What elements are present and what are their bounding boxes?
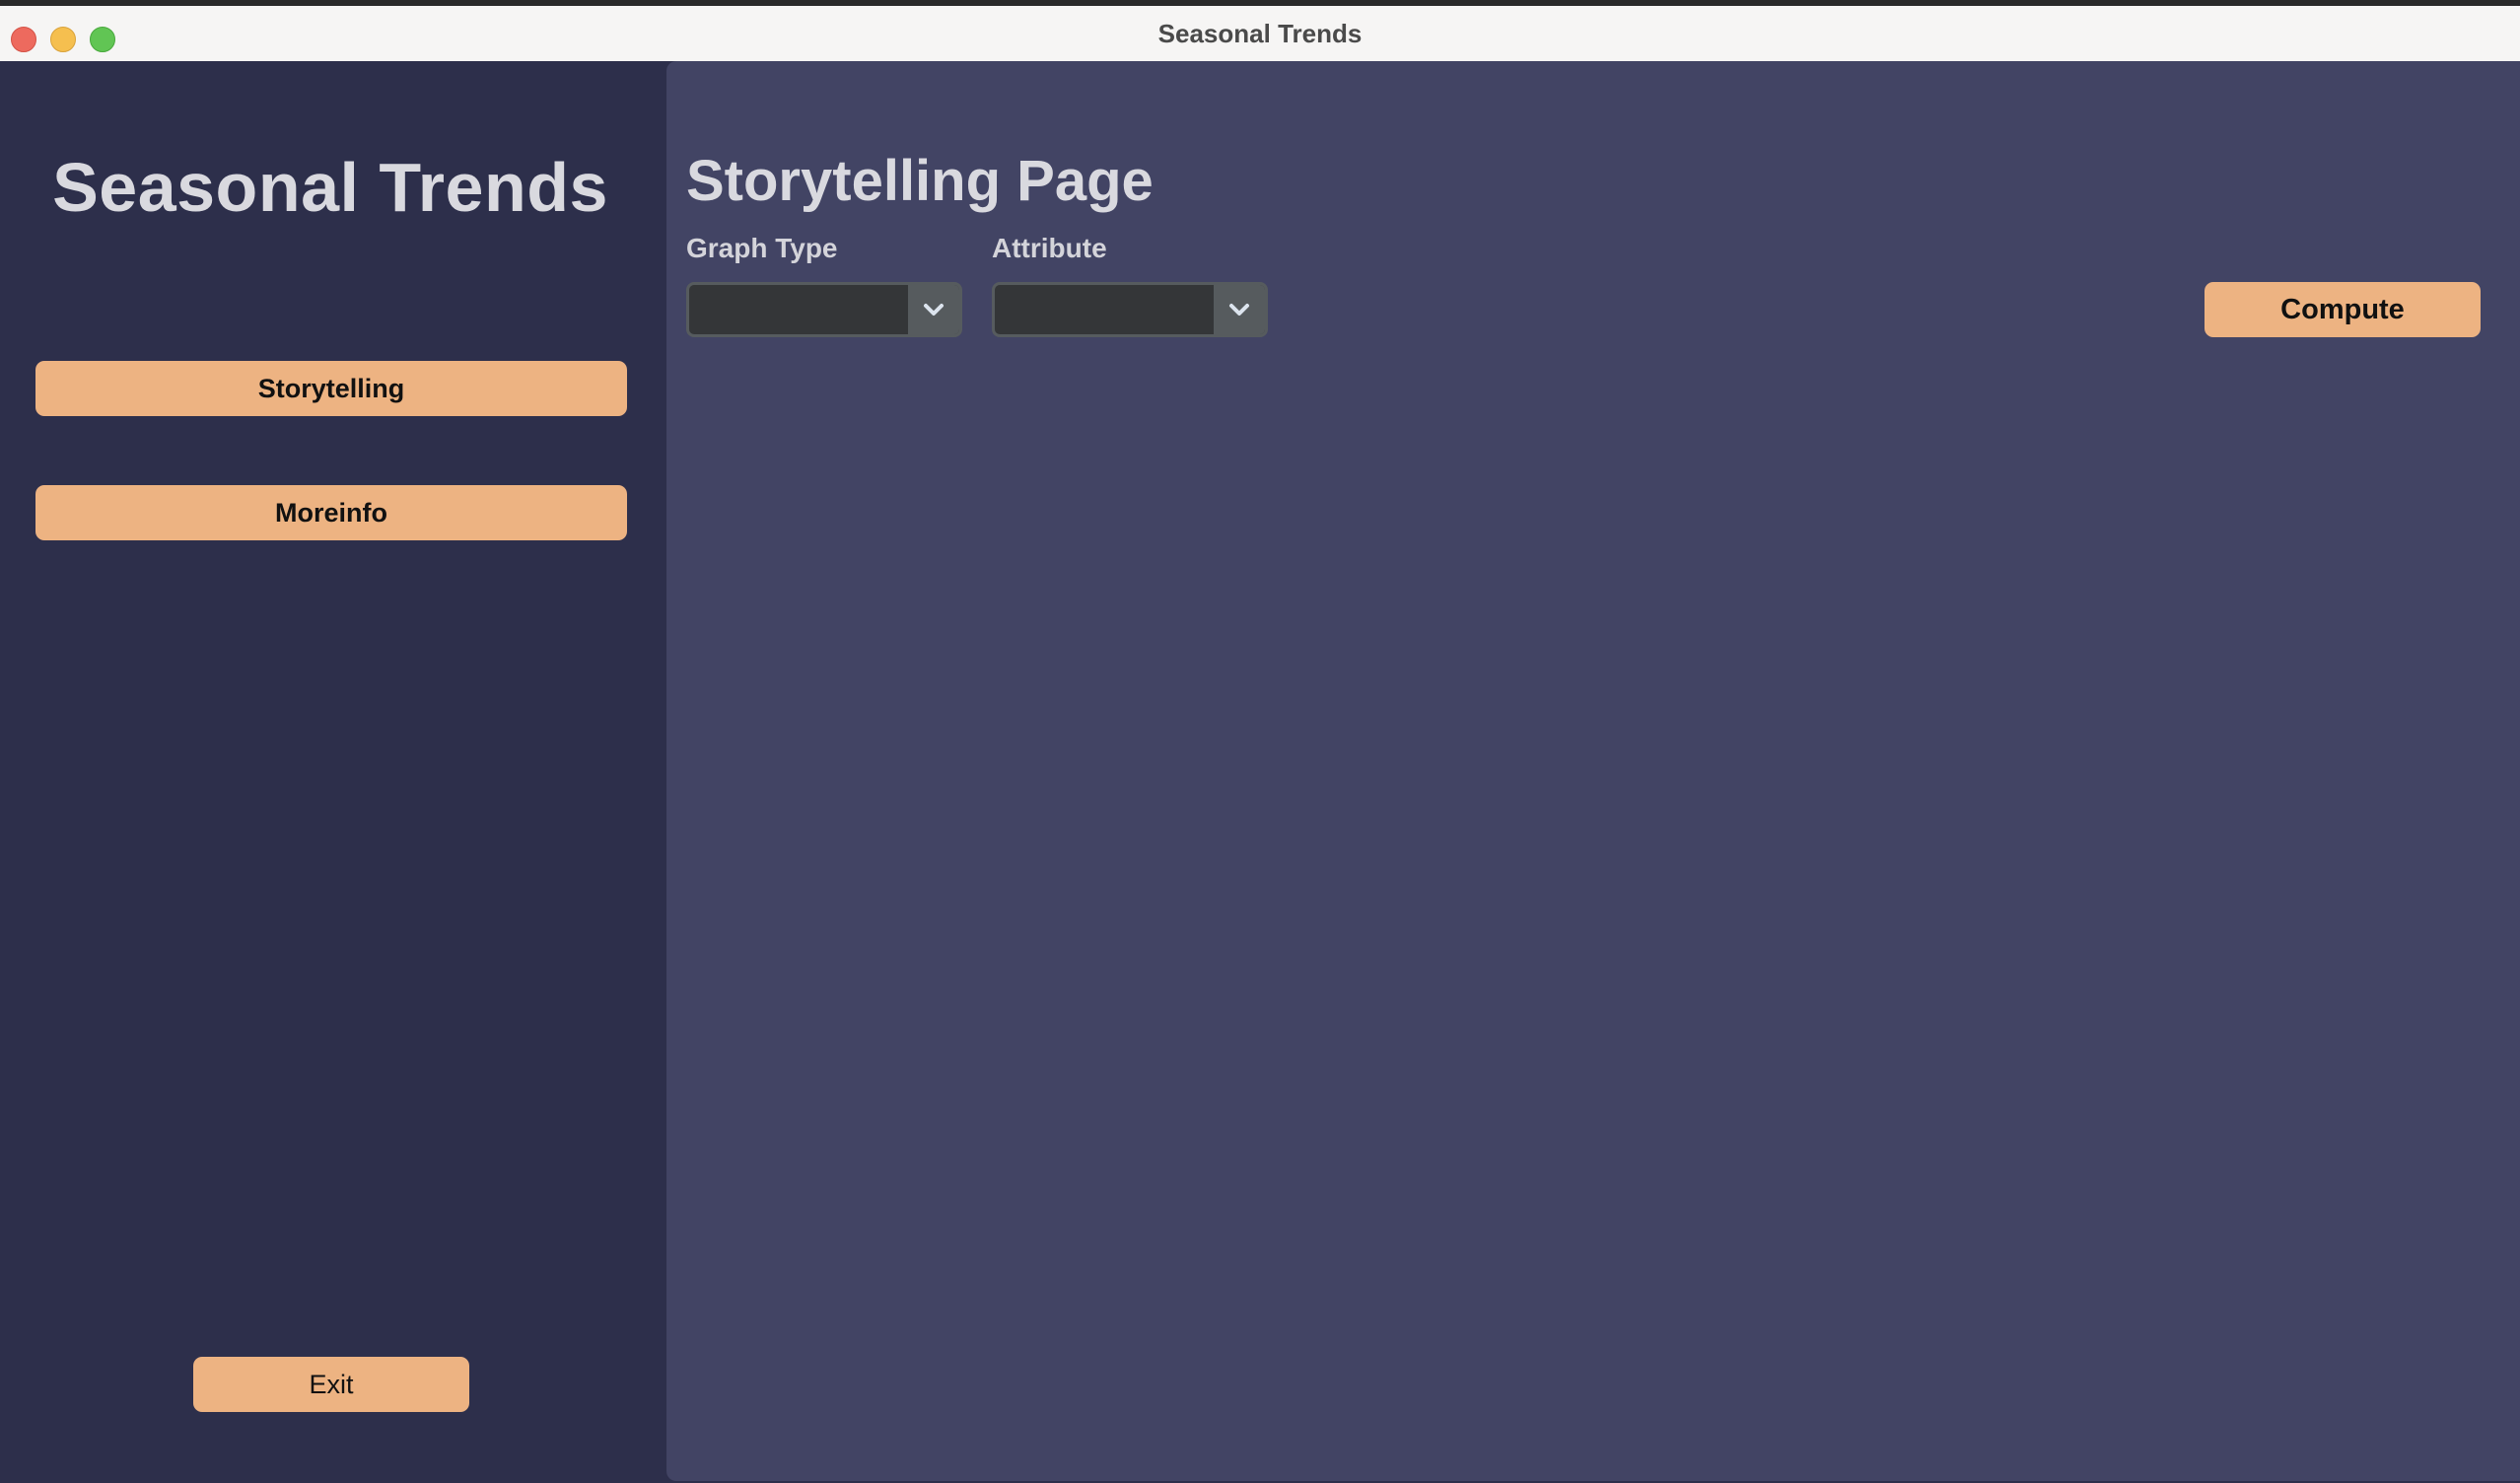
- page-title: Storytelling Page: [686, 149, 1154, 213]
- title-bar: Seasonal Trends: [0, 0, 2520, 61]
- app-title: Seasonal Trends: [52, 149, 608, 226]
- window-title: Seasonal Trends: [1157, 19, 1363, 48]
- moreinfo-button[interactable]: Moreinfo: [35, 485, 627, 540]
- storytelling-button[interactable]: Storytelling: [35, 361, 627, 416]
- graph-type-dropdown-arrow[interactable]: [908, 285, 959, 334]
- compute-button[interactable]: Compute: [2205, 282, 2481, 337]
- sidebar: Seasonal Trends Storytelling Moreinfo Ex…: [0, 61, 666, 1483]
- attribute-dropdown-arrow[interactable]: [1214, 285, 1265, 334]
- app-window: Seasonal Trends Seasonal Trends Storytel…: [0, 0, 2520, 1483]
- chevron-down-icon: [924, 304, 944, 316]
- main-panel: Storytelling Page Graph Type Attribute C…: [666, 61, 2520, 1481]
- chevron-down-icon: [1229, 304, 1249, 316]
- attribute-dropdown[interactable]: [992, 282, 1268, 337]
- graph-type-dropdown[interactable]: [686, 282, 962, 337]
- attribute-label: Attribute: [992, 233, 1107, 263]
- exit-button[interactable]: Exit: [193, 1357, 469, 1412]
- graph-type-label: Graph Type: [686, 233, 838, 263]
